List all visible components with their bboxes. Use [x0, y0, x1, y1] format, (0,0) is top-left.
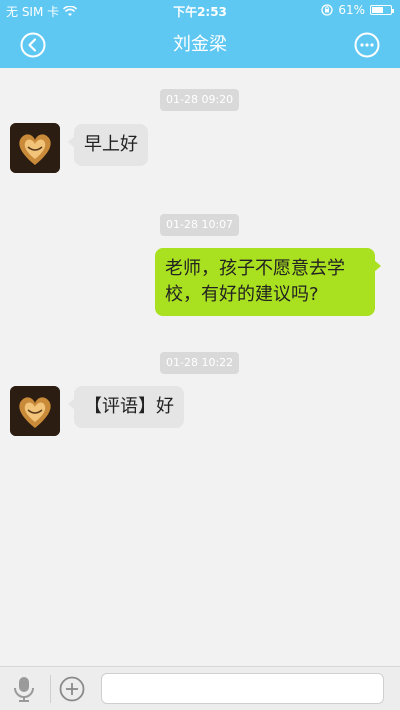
composer-divider	[50, 675, 51, 703]
avatar[interactable]	[10, 123, 60, 173]
message-bubble-incoming[interactable]: 早上好	[68, 124, 148, 166]
timestamp: 01-28 10:22	[160, 352, 240, 374]
message-input[interactable]	[101, 673, 384, 704]
heart-avatar-icon	[10, 386, 60, 436]
battery-percent: 61%	[338, 3, 365, 17]
status-right: 61%	[321, 3, 394, 17]
heart-avatar-icon	[10, 123, 60, 173]
microphone-icon[interactable]	[11, 675, 37, 703]
message-bubble-outgoing[interactable]: 老师，孩子不愿意去学校，有好的建议吗?	[155, 248, 381, 316]
more-circle-icon[interactable]	[354, 32, 380, 58]
timestamp: 01-28 09:20	[160, 89, 240, 111]
avatar[interactable]	[10, 386, 60, 436]
composer-bar	[0, 666, 400, 710]
orientation-lock-icon	[321, 4, 333, 16]
chat-area[interactable]: 01-28 09:20 早上好 01-28 10:07 老师，孩子不愿意去学校，…	[0, 68, 400, 666]
battery-fill	[372, 7, 383, 13]
timestamp: 01-28 10:07	[160, 214, 240, 236]
header-bar: 无 SIM 卡 下午2:53 61% 刘金梁	[0, 0, 400, 68]
plus-circle-icon[interactable]	[59, 676, 85, 702]
chat-title: 刘金梁	[173, 34, 227, 55]
message-bubble-incoming[interactable]: 【评语】好	[68, 386, 184, 428]
status-bar: 无 SIM 卡 下午2:53 61%	[0, 0, 400, 22]
battery-icon	[370, 5, 394, 15]
